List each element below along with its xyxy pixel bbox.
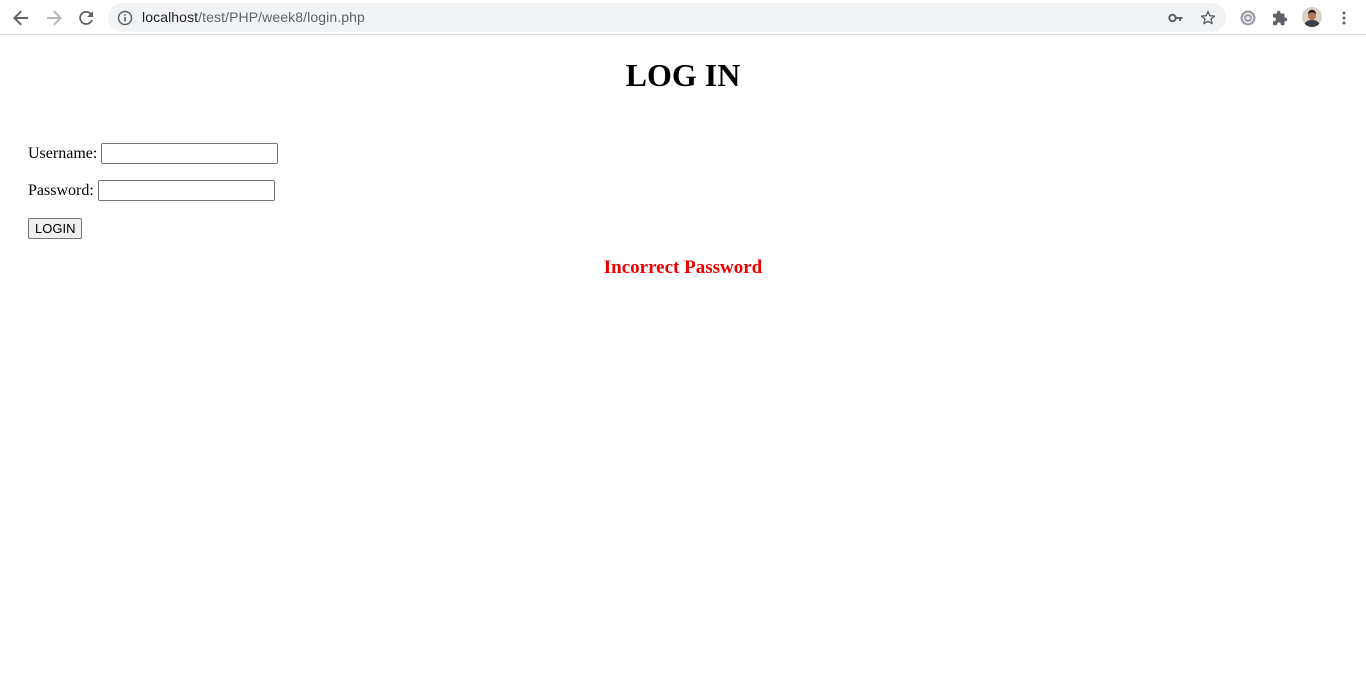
bookmark-button[interactable] [1197, 7, 1219, 29]
arrow-left-icon [13, 10, 28, 26]
login-button[interactable]: LOGIN [28, 218, 83, 239]
error-message: Incorrect Password [603, 257, 763, 278]
username-row: Username: [28, 143, 279, 164]
gear-icon [1240, 10, 1256, 26]
username-input[interactable] [101, 143, 279, 164]
password-row: Password: [28, 180, 275, 201]
browser-menu-button[interactable] [1330, 4, 1358, 32]
username-label: Username: [28, 144, 98, 162]
browser-toolbar: localhost/test/PHP/week8/login.php [0, 0, 1366, 35]
password-label: Password: [28, 181, 94, 199]
url-path: /test/PHP/week8/login.php [198, 9, 365, 25]
url-host: localhost [142, 9, 199, 25]
profile-avatar[interactable] [1302, 7, 1322, 27]
page-title: LOG IN [625, 57, 741, 93]
address-bar[interactable]: localhost/test/PHP/week8/login.php [108, 3, 1226, 32]
extensions-button[interactable] [1266, 4, 1294, 32]
arrow-right-icon [47, 10, 62, 26]
password-key-button[interactable] [1165, 7, 1187, 29]
extension-settings-button[interactable] [1234, 4, 1262, 32]
puzzle-icon [1273, 10, 1288, 26]
kebab-menu-icon [1342, 11, 1346, 25]
page-content: LOG IN Username: Password: LOGIN Incorre… [0, 36, 1366, 675]
back-button[interactable] [7, 4, 35, 32]
key-icon [1168, 13, 1183, 23]
star-icon [1200, 10, 1216, 25]
forward-button[interactable] [40, 4, 68, 32]
url-text[interactable]: localhost/test/PHP/week8/login.php [142, 9, 365, 25]
password-input[interactable] [97, 180, 275, 201]
reload-button[interactable] [72, 4, 100, 32]
reload-icon [79, 10, 93, 25]
info-icon[interactable] [117, 10, 133, 26]
avatar-icon [1302, 7, 1322, 27]
